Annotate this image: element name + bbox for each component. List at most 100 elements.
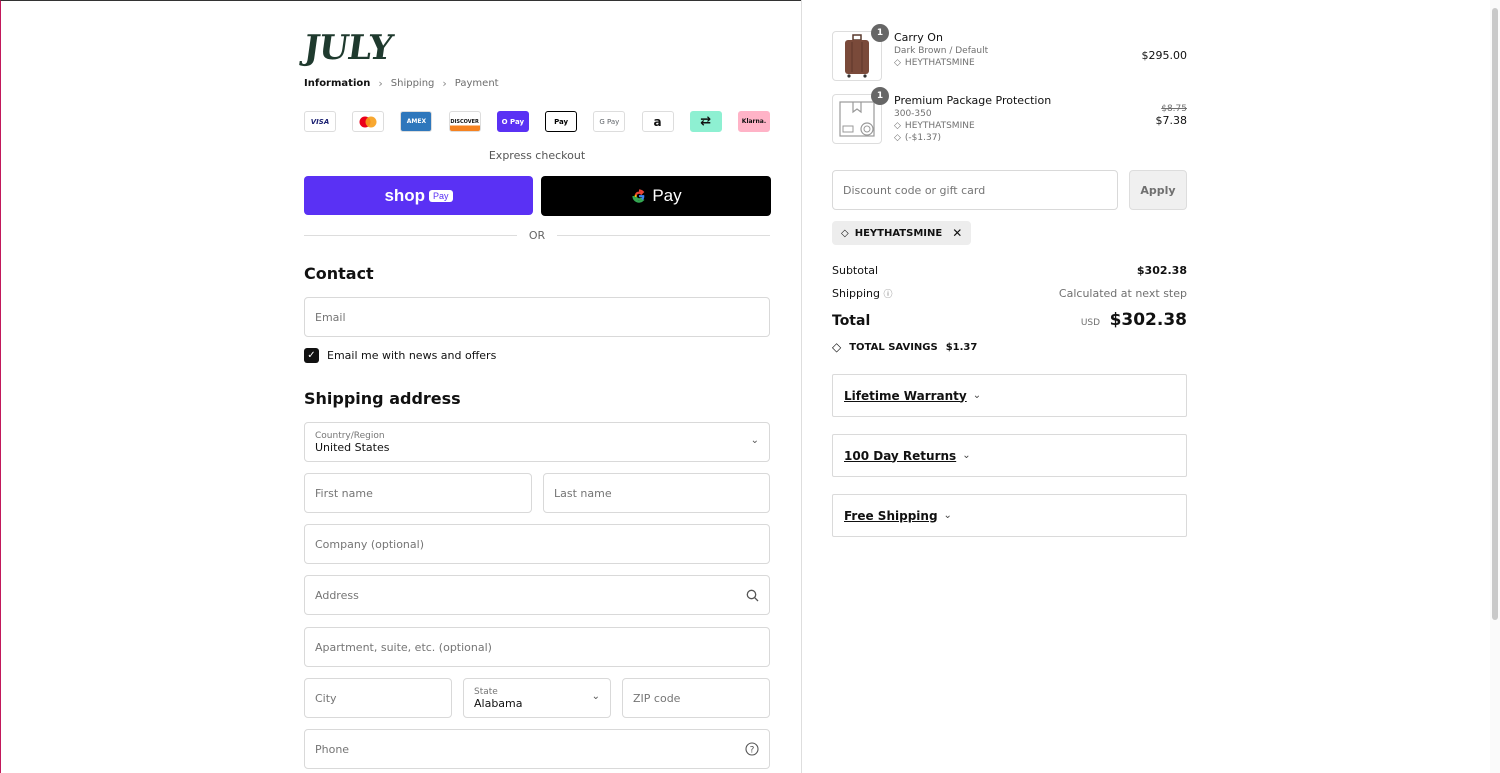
first-name-input[interactable] xyxy=(315,486,521,500)
package-protection-icon xyxy=(839,101,875,137)
chevron-down-icon: ⌄ xyxy=(972,390,982,401)
company-input[interactable] xyxy=(315,537,759,551)
accordion-label[interactable]: Lifetime Warranty xyxy=(844,389,967,403)
zip-input[interactable] xyxy=(633,691,759,705)
discount-code-field[interactable] xyxy=(832,170,1118,210)
breadcrumb-shipping[interactable]: Shipping xyxy=(391,78,435,89)
search-icon[interactable] xyxy=(746,589,759,602)
google-pay-button[interactable]: Pay xyxy=(541,176,771,216)
address-field[interactable] xyxy=(304,575,770,615)
total-amount-group: USD $302.38 xyxy=(1081,310,1187,330)
shop-pay-badge: Pay xyxy=(429,189,453,202)
visa-icon: VISA xyxy=(304,111,336,132)
subtotal-value: $302.38 xyxy=(1136,264,1187,277)
product-name: Carry On xyxy=(894,31,943,44)
column-divider xyxy=(801,0,802,773)
city-input[interactable] xyxy=(315,691,441,705)
chevron-right-icon: › xyxy=(442,77,447,90)
product-code-text: HEYTHATSMINE xyxy=(904,121,975,131)
city-field[interactable] xyxy=(304,678,452,718)
product-info: Premium Package Protection 300-350 ◇ HEY… xyxy=(894,94,1156,145)
breadcrumb: Information › Shipping › Payment xyxy=(304,77,499,90)
tag-icon: ◇ xyxy=(894,121,901,131)
breadcrumb-information[interactable]: Information xyxy=(304,78,370,89)
chevron-down-icon: ⌄ xyxy=(962,450,971,461)
applied-discount-chip: ◇ HEYTHATSMINE ✕ xyxy=(832,221,972,245)
subtotal-row: Subtotal $302.38 xyxy=(832,264,1187,277)
country-select[interactable]: Country/Region United States ⌄ xyxy=(304,422,770,462)
country-value: United States xyxy=(315,440,390,454)
last-name-input[interactable] xyxy=(554,486,759,500)
discover-icon: DISCOVER xyxy=(448,111,481,132)
amex-icon: AMEX xyxy=(400,111,433,132)
product-discount-amount: ◇ (-$1.37) xyxy=(894,133,1156,143)
accordion-lifetime-warranty[interactable]: Lifetime Warranty ⌄ xyxy=(832,374,1187,417)
shop-pay-button[interactable]: shop Pay xyxy=(304,176,533,215)
scrollbar-thumb[interactable] xyxy=(1492,8,1498,620)
email-input[interactable] xyxy=(315,310,759,324)
company-field[interactable] xyxy=(304,524,770,564)
svg-text:?: ? xyxy=(750,745,755,755)
or-divider: OR xyxy=(304,229,770,242)
product-code-text: HEYTHATSMINE xyxy=(904,58,975,68)
shipping-label: Shipping xyxy=(832,287,880,300)
cart-item: 1 Premium Package Protection 300-350 ◇ H… xyxy=(832,87,1188,145)
chevron-right-icon: › xyxy=(378,77,383,90)
google-pay-icon: G Pay xyxy=(593,111,626,132)
last-name-field[interactable] xyxy=(543,473,770,513)
original-price: $8.75 xyxy=(1161,104,1187,114)
info-icon[interactable]: ⓘ xyxy=(884,290,893,300)
newsletter-checkbox[interactable]: ✓ xyxy=(304,348,319,363)
country-label: Country/Region xyxy=(315,430,385,441)
product-discount-text: (-$1.37) xyxy=(904,133,941,143)
zip-field[interactable] xyxy=(622,678,770,718)
state-label: State xyxy=(474,686,498,697)
address-input[interactable] xyxy=(315,588,759,602)
mastercard-icon xyxy=(352,111,385,132)
apartment-field[interactable] xyxy=(304,627,770,667)
product-price: $7.38 xyxy=(1155,114,1188,127)
tag-icon: ◇ xyxy=(894,133,901,143)
shipping-label-group: Shipping ⓘ xyxy=(832,287,893,300)
shop-pay-icon: O Pay xyxy=(496,111,529,132)
apartment-input[interactable] xyxy=(315,640,759,654)
help-icon[interactable]: ? xyxy=(745,742,759,756)
contact-title: Contact xyxy=(304,264,374,283)
suitcase-icon xyxy=(845,34,869,78)
scrollbar[interactable] xyxy=(1490,0,1500,773)
discount-code-input[interactable] xyxy=(843,183,1107,197)
email-field[interactable] xyxy=(304,297,770,337)
product-variant: Dark Brown / Default xyxy=(894,46,989,56)
newsletter-checkbox-row[interactable]: ✓ Email me with news and offers xyxy=(304,348,496,363)
first-name-field[interactable] xyxy=(304,473,532,513)
breadcrumb-payment[interactable]: Payment xyxy=(455,78,499,89)
apply-discount-button[interactable]: Apply xyxy=(1129,170,1187,210)
subtotal-label: Subtotal xyxy=(832,264,879,277)
accordion-label[interactable]: Free Shipping xyxy=(844,509,938,523)
amazon-pay-icon: a xyxy=(641,111,674,132)
brand-logo[interactable]: JULY xyxy=(301,28,394,68)
product-variant: 300-350 xyxy=(894,109,932,119)
product-info: Carry On Dark Brown / Default ◇ HEYTHATS… xyxy=(894,31,1142,81)
accordion-100-day-returns[interactable]: 100 Day Returns ⌄ xyxy=(832,434,1187,477)
phone-field[interactable]: ? xyxy=(304,729,770,769)
chevron-down-icon: ⌄ xyxy=(943,510,952,521)
accordion-free-shipping[interactable]: Free Shipping ⌄ xyxy=(832,494,1187,537)
phone-input[interactable] xyxy=(315,742,759,756)
product-discount-code: ◇ HEYTHATSMINE xyxy=(894,58,1142,68)
savings-label: TOTAL SAVINGS xyxy=(849,341,938,353)
close-icon[interactable]: ✕ xyxy=(952,226,962,240)
product-name: Premium Package Protection xyxy=(894,94,1052,107)
product-thumbnail: 1 xyxy=(832,24,889,81)
tag-icon: ◇ xyxy=(894,58,901,68)
link-pay-icon: ⇄ xyxy=(689,111,722,132)
accordion-label[interactable]: 100 Day Returns xyxy=(844,449,956,463)
savings-value: $1.37 xyxy=(945,341,978,353)
shipping-address-title: Shipping address xyxy=(304,389,461,408)
chevron-down-icon: ⌄ xyxy=(591,691,600,702)
product-price-group: $8.75 $7.38 xyxy=(1156,94,1188,145)
newsletter-label[interactable]: Email me with news and offers xyxy=(327,349,496,362)
quantity-badge: 1 xyxy=(871,87,889,105)
state-select[interactable]: State Alabama ⌄ xyxy=(463,678,611,718)
product-discount-code: ◇ HEYTHATSMINE xyxy=(894,121,1156,131)
